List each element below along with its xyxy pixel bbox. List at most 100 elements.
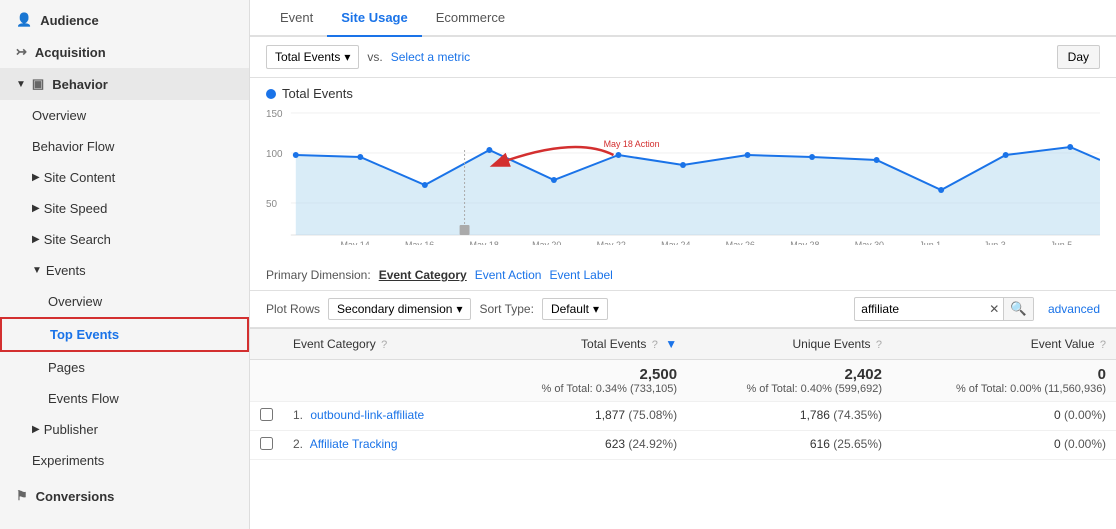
- svg-text:Jun 1: Jun 1: [919, 240, 941, 245]
- chart-container: 150 100 50: [266, 105, 1100, 260]
- svg-text:May 20: May 20: [532, 240, 561, 245]
- svg-text:Jun 5: Jun 5: [1050, 240, 1072, 245]
- sidebar-item-acquisition[interactable]: ↣ Acquisition: [0, 36, 249, 68]
- person-icon: 👤: [16, 12, 32, 28]
- chevron-right-icon2: ▶: [32, 203, 40, 214]
- row1-category-link[interactable]: outbound-link-affiliate: [310, 408, 424, 422]
- vs-label: vs.: [367, 50, 382, 64]
- chevron-right-icon3: ▶: [32, 234, 40, 245]
- sidebar-item-conversions[interactable]: ⚑ Conversions: [0, 480, 249, 512]
- secondary-dimension-button[interactable]: Secondary dimension ▾: [328, 298, 471, 320]
- plot-rows-button[interactable]: Plot Rows: [266, 302, 320, 316]
- sort-type-label: Sort Type:: [479, 302, 533, 316]
- svg-text:May 28: May 28: [790, 240, 819, 245]
- dim-event-label[interactable]: Event Label: [549, 268, 612, 282]
- main-content: Event Site Usage Ecommerce Total Events …: [250, 0, 1116, 529]
- svg-text:May 22: May 22: [597, 240, 626, 245]
- chart-area: Total Events 150 100 50: [250, 78, 1116, 260]
- svg-text:May 30: May 30: [855, 240, 884, 245]
- primary-dimension-label: Primary Dimension:: [266, 268, 371, 282]
- arrow-icon: ↣: [16, 44, 27, 60]
- help-icon-category[interactable]: ?: [381, 339, 387, 351]
- table-row: 1. outbound-link-affiliate 1,877 (75.08%…: [250, 402, 1116, 431]
- row2-unique-events: 616 (25.65%): [687, 431, 892, 460]
- chevron-down-icon4: ▾: [456, 302, 462, 316]
- row1-category: 1. outbound-link-affiliate: [283, 402, 482, 431]
- sidebar-item-site-speed[interactable]: ▶ Site Speed: [0, 193, 249, 224]
- tab-event[interactable]: Event: [266, 0, 327, 37]
- dim-event-category[interactable]: Event Category: [379, 268, 467, 282]
- sidebar-item-audience[interactable]: 👤 Audience: [0, 4, 249, 36]
- totals-unique-events: 2,402 % of Total: 0.40% (599,692): [687, 360, 892, 402]
- advanced-link[interactable]: advanced: [1048, 302, 1100, 316]
- svg-text:100: 100: [266, 149, 283, 160]
- sidebar-item-events-flow[interactable]: Events Flow: [0, 383, 249, 414]
- chevron-right-icon4: ▶: [32, 424, 40, 435]
- total-events-dropdown[interactable]: Total Events ▾: [266, 45, 359, 69]
- chevron-down-icon3: ▾: [344, 50, 350, 64]
- svg-text:May 24: May 24: [661, 240, 690, 245]
- row2-checkbox[interactable]: [250, 431, 283, 460]
- sidebar-item-top-events[interactable]: Top Events: [0, 317, 249, 352]
- svg-text:May 14: May 14: [340, 240, 369, 245]
- row1-unique-events: 1,786 (74.35%): [687, 402, 892, 431]
- sidebar-item-events[interactable]: ▼ Events: [0, 255, 249, 286]
- chevron-down-icon5: ▾: [593, 302, 599, 316]
- primary-dimension-bar: Primary Dimension: Event Category Event …: [250, 260, 1116, 291]
- search-box: ✕ 🔍: [854, 297, 1034, 321]
- sort-arrow-icon: ▼: [665, 337, 677, 351]
- svg-text:150: 150: [266, 109, 283, 120]
- table-row: 2. Affiliate Tracking 623 (24.92%) 616 (…: [250, 431, 1116, 460]
- sidebar-item-pages[interactable]: Pages: [0, 352, 249, 383]
- select-metric-link[interactable]: Select a metric: [391, 50, 470, 64]
- chevron-down-icon2: ▼: [32, 265, 42, 276]
- chart-toolbar: Total Events ▾ vs. Select a metric Day: [250, 37, 1116, 78]
- col-header-total-events: Total Events ? ▼: [482, 329, 687, 360]
- svg-text:May 26: May 26: [726, 240, 755, 245]
- sidebar-item-events-overview[interactable]: Overview: [0, 286, 249, 317]
- select-all-header: [250, 329, 283, 360]
- col-header-unique-events: Unique Events ?: [687, 329, 892, 360]
- search-input[interactable]: [855, 299, 985, 319]
- search-submit-button[interactable]: 🔍: [1003, 298, 1033, 320]
- sidebar-item-site-content[interactable]: ▶ Site Content: [0, 162, 249, 193]
- search-clear-button[interactable]: ✕: [985, 299, 1003, 319]
- sidebar-item-overview[interactable]: Overview: [0, 100, 249, 131]
- totals-total-events: 2,500 % of Total: 0.34% (733,105): [482, 360, 687, 402]
- day-button[interactable]: Day: [1057, 45, 1100, 69]
- chevron-down-icon: ▼: [16, 79, 26, 90]
- sidebar-item-behavior[interactable]: ▼ ▣ Behavior: [0, 68, 249, 100]
- row1-event-value: 0 (0.00%): [892, 402, 1116, 431]
- data-table-container: Event Category ? Total Events ? ▼ Unique…: [250, 328, 1116, 529]
- dim-event-action[interactable]: Event Action: [475, 268, 542, 282]
- tab-site-usage[interactable]: Site Usage: [327, 0, 421, 37]
- row2-category-link[interactable]: Affiliate Tracking: [310, 437, 398, 451]
- row2-total-events: 623 (24.92%): [482, 431, 687, 460]
- sidebar-item-site-search[interactable]: ▶ Site Search: [0, 224, 249, 255]
- chevron-right-icon: ▶: [32, 172, 40, 183]
- flag-icon: ⚑: [16, 488, 28, 504]
- svg-text:May 18 Action: May 18 Action: [604, 139, 660, 149]
- totals-event-value: 0 % of Total: 0.00% (11,560,936): [892, 360, 1116, 402]
- sidebar-item-publisher[interactable]: ▶ Publisher: [0, 414, 249, 445]
- sort-default-dropdown[interactable]: Default ▾: [542, 298, 608, 320]
- sidebar-item-behavior-flow[interactable]: Behavior Flow: [0, 131, 249, 162]
- chart-dot-icon: [266, 89, 276, 99]
- col-header-event-value: Event Value ?: [892, 329, 1116, 360]
- events-table: Event Category ? Total Events ? ▼ Unique…: [250, 328, 1116, 460]
- svg-text:...: ...: [286, 240, 293, 245]
- svg-text:Jun 3: Jun 3: [984, 240, 1006, 245]
- sidebar: 👤 Audience ↣ Acquisition ▼ ▣ Behavior Ov…: [0, 0, 250, 529]
- row2-category: 2. Affiliate Tracking: [283, 431, 482, 460]
- row1-checkbox[interactable]: [250, 402, 283, 431]
- table-controls: Plot Rows Secondary dimension ▾ Sort Typ…: [250, 291, 1116, 328]
- svg-text:May 18: May 18: [470, 240, 499, 245]
- tab-ecommerce[interactable]: Ecommerce: [422, 0, 519, 37]
- help-icon-unique[interactable]: ?: [876, 339, 882, 351]
- row2-event-value: 0 (0.00%): [892, 431, 1116, 460]
- help-icon-total[interactable]: ?: [652, 339, 658, 351]
- help-icon-value[interactable]: ?: [1100, 339, 1106, 351]
- sidebar-item-experiments[interactable]: Experiments: [0, 445, 249, 476]
- chart-title: Total Events: [266, 86, 1100, 101]
- svg-text:May 16: May 16: [405, 240, 434, 245]
